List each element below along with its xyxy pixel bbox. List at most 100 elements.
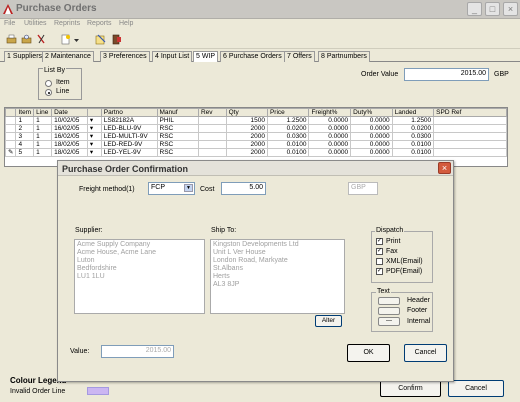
print-icon[interactable] (6, 34, 17, 45)
cell[interactable]: 18/02/05 (51, 148, 88, 157)
cell[interactable]: RSC (156, 140, 199, 149)
tab-offers[interactable]: 7 Offers (284, 51, 315, 62)
cell[interactable]: 0.0300 (266, 132, 310, 141)
date-dropdown-icon[interactable]: ▾ (86, 140, 102, 149)
column-header[interactable]: Duty% (350, 108, 393, 117)
column-header[interactable]: Freight% (308, 108, 352, 117)
list-by-line-radio[interactable] (45, 89, 52, 96)
table-row[interactable]: 2 1 16/02/05 ▾ LED-BLU-9V RSC 2000 0.0200 0.0000… (5, 124, 507, 133)
cell[interactable]: LED-RED-9V (100, 140, 158, 149)
cell[interactable]: 1 (33, 148, 53, 157)
dialog-cancel-button[interactable]: Cancel (404, 344, 447, 362)
cell[interactable] (197, 124, 227, 133)
freight-method-select[interactable]: FCP ▼ (148, 182, 195, 195)
table-row[interactable]: ✎ 5 1 18/02/05 ▾ LED-YEL-9V RSC 2000 0.0100 0.00… (5, 148, 507, 157)
date-dropdown-icon[interactable]: ▾ (86, 124, 102, 133)
cell[interactable] (433, 132, 507, 141)
cell[interactable]: 0.0000 (308, 140, 352, 149)
column-header[interactable]: Item (15, 108, 35, 117)
column-header[interactable]: SPD Ref (433, 108, 507, 117)
cell[interactable] (197, 132, 227, 141)
cell[interactable]: 0.0200 (391, 124, 435, 133)
column-header[interactable]: Partno (100, 108, 158, 117)
current-row-marker-icon[interactable]: ✎ (5, 148, 17, 157)
menu-reprints[interactable]: Reprints (54, 20, 80, 27)
cell[interactable]: 2000 (225, 124, 268, 133)
row-selector[interactable] (5, 132, 17, 141)
cell[interactable]: 1 (33, 132, 53, 141)
cell[interactable]: 5 (15, 148, 35, 157)
cell[interactable] (433, 124, 507, 133)
cell[interactable]: 0.0200 (266, 124, 310, 133)
cell[interactable]: 0.0000 (308, 132, 352, 141)
menu-utilities[interactable]: Utilities (24, 20, 47, 27)
row-selector[interactable] (5, 140, 17, 149)
cut-icon[interactable] (36, 34, 47, 45)
row-selector[interactable] (5, 116, 17, 125)
dropdown-arrow-icon[interactable] (73, 34, 80, 45)
cell[interactable] (197, 148, 227, 157)
column-header[interactable]: Qty (225, 108, 268, 117)
cell[interactable]: 2000 (225, 132, 268, 141)
cell[interactable]: RSC (156, 124, 199, 133)
cell[interactable]: 1.2500 (266, 116, 310, 125)
chevron-down-icon[interactable]: ▼ (184, 184, 193, 192)
cell[interactable]: RSC (156, 148, 199, 157)
cell[interactable]: 1 (33, 124, 53, 133)
header-text-button[interactable] (378, 297, 400, 305)
tab-preferences[interactable]: 3 Preferences (100, 51, 150, 62)
ok-button[interactable]: OK (347, 344, 390, 362)
cell[interactable] (433, 116, 507, 125)
cell[interactable]: 18/02/05 (51, 140, 88, 149)
cell[interactable]: 0.0000 (308, 124, 352, 133)
cell[interactable]: 2000 (225, 148, 268, 157)
table-row[interactable]: 4 1 18/02/05 ▾ LED-RED-9V RSC 2000 0.0100 0.0000… (5, 140, 507, 149)
column-header[interactable]: Price (266, 108, 310, 117)
pdf-email-checkbox[interactable]: ✓ (376, 268, 383, 275)
tab-partnumbers[interactable]: 8 Partnumbers (318, 51, 370, 62)
cell[interactable]: LED-BLU-9V (100, 124, 158, 133)
new-document-icon[interactable] (60, 34, 71, 45)
menu-help[interactable]: Help (119, 20, 133, 27)
footer-cancel-button[interactable]: Cancel (448, 380, 504, 397)
tab-wip[interactable]: 5 WIP (193, 51, 219, 62)
notes-icon[interactable] (95, 34, 106, 45)
cost-input[interactable]: 5.00 (221, 182, 266, 195)
tab-purchase-orders[interactable]: 6 Purchase Orders (220, 51, 285, 62)
cell[interactable]: RSC (156, 132, 199, 141)
cell[interactable]: 0.0000 (350, 140, 393, 149)
confirm-button[interactable]: Confirm (380, 380, 441, 397)
tab-input-list[interactable]: 4 Input List (152, 51, 193, 62)
column-header[interactable]: Manuf (156, 108, 199, 117)
table-row[interactable]: 3 1 16/02/05 ▾ LED-MULTI-9V RSC 2000 0.0300 0.00… (5, 132, 507, 141)
date-dropdown-icon[interactable]: ▾ (86, 132, 102, 141)
close-button[interactable]: × (503, 2, 518, 16)
xml-email-checkbox[interactable] (376, 258, 383, 265)
cell[interactable]: 0.0000 (350, 132, 393, 141)
cell[interactable]: 10/02/05 (51, 116, 88, 125)
cell[interactable]: 0.0000 (308, 148, 352, 157)
fax-checkbox[interactable]: ✓ (376, 248, 383, 255)
tab-suppliers[interactable]: 1 Suppliers (4, 51, 46, 62)
tab-maintenance[interactable]: 2 Maintenance (42, 51, 94, 62)
cell[interactable]: 2 (15, 124, 35, 133)
cell[interactable]: LED-YEL-9V (100, 148, 158, 157)
cell[interactable]: 1500 (225, 116, 268, 125)
cell[interactable]: 2000 (225, 140, 268, 149)
cell[interactable] (197, 116, 227, 125)
cell[interactable]: PHIL (156, 116, 199, 125)
cell[interactable]: LED-MULTI-9V (100, 132, 158, 141)
cell[interactable]: 0.0100 (266, 140, 310, 149)
cell[interactable]: 0.0000 (350, 116, 393, 125)
cell[interactable]: 0.0000 (350, 148, 393, 157)
date-dropdown-icon[interactable]: ▾ (86, 148, 102, 157)
column-header[interactable]: Line (33, 108, 53, 117)
print-checkbox[interactable]: ✓ (376, 238, 383, 245)
cell[interactable]: 0.0100 (391, 148, 435, 157)
cell[interactable]: LS82182A (100, 116, 158, 125)
cell[interactable]: 1 (33, 116, 53, 125)
column-header[interactable] (86, 108, 102, 117)
cell[interactable]: 3 (15, 132, 35, 141)
footer-text-button[interactable] (378, 307, 400, 315)
column-header[interactable]: Landed (391, 108, 435, 117)
